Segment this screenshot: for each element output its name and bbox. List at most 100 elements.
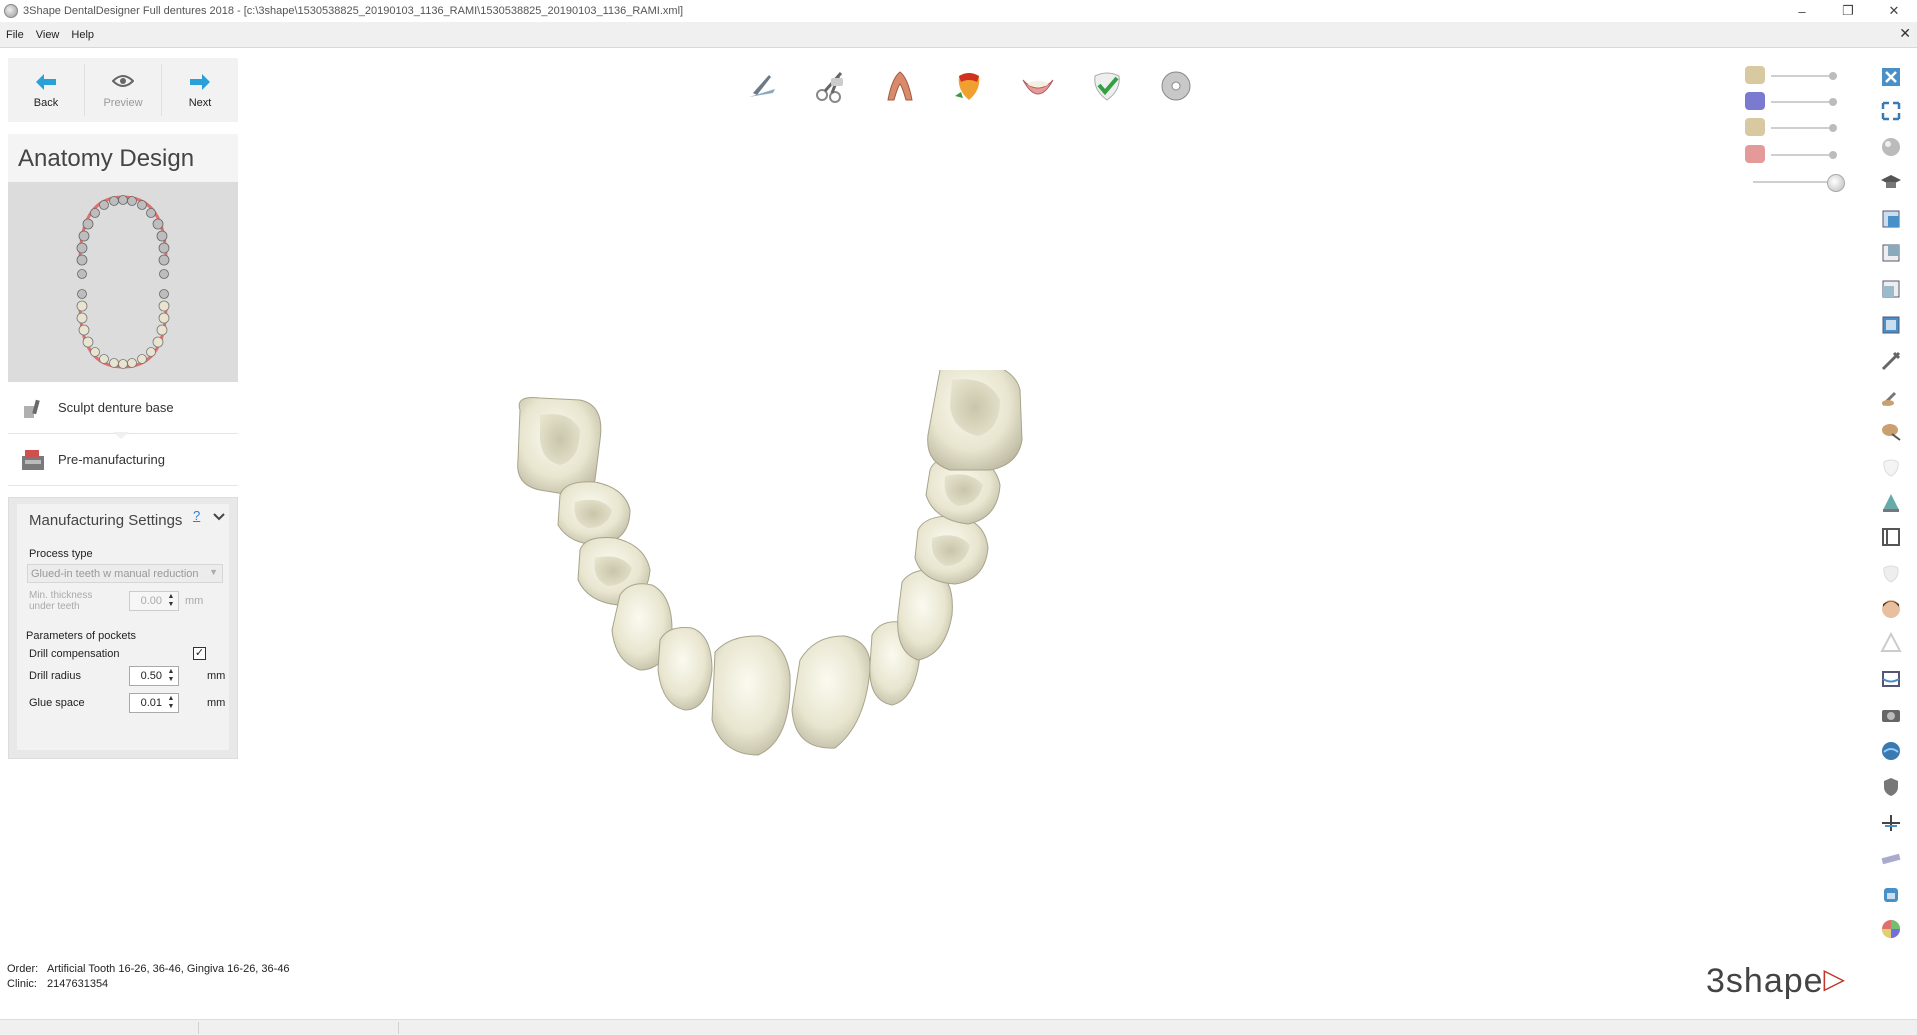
min-thickness-spinner[interactable]: 0.00 ▲ ▼	[129, 591, 179, 611]
next-button[interactable]: Next	[162, 58, 238, 122]
clinic-key: Clinic:	[7, 978, 37, 990]
tooth[interactable]	[791, 635, 871, 749]
title-bar: 3Shape DentalDesigner Full dentures 2018…	[0, 0, 1917, 22]
menu-bar: File View Help ✕	[0, 22, 1917, 48]
tooth[interactable]	[897, 569, 953, 661]
cone-icon[interactable]	[1878, 490, 1904, 516]
close-view-icon[interactable]	[1878, 64, 1904, 90]
back-arrow-icon	[36, 71, 56, 97]
clinic-value: 2147631354	[47, 978, 109, 990]
ruler-icon[interactable]	[1878, 846, 1904, 872]
drill-compensation-checkbox[interactable]: ✓	[193, 647, 206, 660]
color-sphere-icon[interactable]	[1878, 738, 1904, 764]
wizard-navigation: Back Preview Next	[8, 58, 238, 122]
preview-label: Preview	[103, 97, 143, 109]
order-info: Order: Artificial Tooth 16-26, 36-46, Gin…	[7, 962, 290, 992]
step-pre-manufacturing[interactable]: Pre-manufacturing	[8, 434, 238, 486]
active-step-indicator	[113, 432, 129, 439]
step-sculpt-denture-base[interactable]: Sculpt denture base	[8, 382, 238, 434]
close-button[interactable]: ✕	[1871, 0, 1917, 22]
measure-icon[interactable]	[1878, 524, 1904, 550]
gingiva-icon[interactable]	[1016, 64, 1060, 108]
scalpel-icon[interactable]	[740, 64, 784, 108]
tooth-faded-icon[interactable]	[1878, 560, 1904, 586]
min-thickness-unit: mm	[185, 595, 204, 607]
minimize-button[interactable]: –	[1779, 0, 1825, 22]
crosssection-icon[interactable]	[1878, 666, 1904, 692]
visibility-slider-track[interactable]	[1771, 101, 1833, 103]
warning-icon[interactable]	[1878, 630, 1904, 656]
view-side-icon[interactable]	[1878, 240, 1904, 266]
spinner-arrows-icon: ▲ ▼	[167, 695, 175, 710]
visibility-scan-model[interactable]	[1745, 92, 1845, 112]
tooth[interactable]	[657, 627, 713, 711]
shield-icon[interactable]	[1878, 774, 1904, 800]
visibility-slider-track[interactable]	[1771, 75, 1833, 77]
upper-model-icon	[1745, 66, 1765, 84]
view-top-icon[interactable]	[1878, 312, 1904, 338]
wax-knife-icon[interactable]	[1878, 348, 1904, 374]
3d-viewport[interactable]	[440, 361, 1200, 830]
scissors-icon[interactable]	[809, 64, 853, 108]
visibility-slider-knob[interactable]	[1829, 98, 1837, 106]
tooth[interactable]	[517, 397, 602, 496]
color-wheel-icon[interactable]	[1878, 916, 1904, 942]
sculpt-smooth-icon[interactable]	[1878, 418, 1904, 444]
3shape-logo: 3shape▷	[1706, 962, 1846, 1001]
eye-icon	[111, 71, 135, 97]
plane-icon[interactable]	[1878, 810, 1904, 836]
menu-help[interactable]: Help	[65, 29, 100, 41]
visibility-slider-knob[interactable]	[1829, 151, 1837, 159]
face-icon[interactable]	[1878, 596, 1904, 622]
settings-header: Manufacturing Settings	[29, 512, 183, 529]
process-type-label: Process type	[29, 548, 93, 560]
visibility-slider-knob[interactable]	[1829, 124, 1837, 132]
approve-icon[interactable]	[1085, 64, 1129, 108]
visibility-lower-model[interactable]	[1745, 118, 1845, 138]
scanner-icon[interactable]	[1878, 882, 1904, 908]
process-type-select[interactable]: Glued-in teeth w manual reduction ▼	[27, 564, 223, 583]
visibility-slider-knob[interactable]	[1829, 72, 1837, 80]
visibility-gingiva[interactable]	[1745, 145, 1845, 165]
gingiva-icon	[1745, 145, 1765, 163]
chevron-down-icon: ▼	[209, 567, 218, 577]
menu-file[interactable]: File	[0, 29, 30, 41]
visibility-slider-track[interactable]	[1753, 181, 1833, 183]
process-type-value: Glued-in teeth w manual reduction	[31, 568, 199, 580]
sphere-view-icon[interactable]	[1878, 134, 1904, 160]
collapse-chevron-icon[interactable]	[213, 510, 225, 524]
help-link[interactable]: ?	[193, 508, 200, 523]
tooth-color-icon[interactable]	[947, 64, 991, 108]
tooth-chart[interactable]	[8, 182, 238, 382]
glue-space-spinner[interactable]: 0.01 ▲ ▼	[129, 693, 179, 713]
close-document-icon[interactable]: ✕	[1899, 25, 1911, 42]
tooth[interactable]	[927, 361, 1023, 471]
next-label: Next	[188, 97, 212, 109]
view-front-icon[interactable]	[1878, 206, 1904, 232]
tooth[interactable]	[557, 481, 631, 546]
visibility-slider-track[interactable]	[1771, 154, 1833, 156]
menu-view[interactable]: View	[30, 29, 66, 41]
fit-view-icon[interactable]	[1878, 98, 1904, 124]
tooth-root-icon[interactable]	[878, 64, 922, 108]
visibility-slider-knob[interactable]	[1827, 174, 1845, 192]
back-button[interactable]: Back	[8, 58, 84, 122]
graduation-cap-icon[interactable]	[1878, 170, 1904, 196]
preview-button[interactable]: Preview	[85, 58, 161, 122]
view-back-icon[interactable]	[1878, 276, 1904, 302]
restore-button[interactable]: ❐	[1825, 0, 1871, 22]
order-key: Order:	[7, 963, 39, 975]
tooth[interactable]	[711, 635, 791, 756]
tooth[interactable]	[914, 515, 989, 585]
workflow-toolbar	[740, 64, 1198, 108]
camera-icon[interactable]	[1878, 702, 1904, 728]
tooth-outline-icon[interactable]	[1878, 454, 1904, 480]
visibility-teeth[interactable]	[1745, 172, 1845, 192]
disc-icon[interactable]	[1154, 64, 1198, 108]
sculpt-tool-icon	[18, 393, 48, 423]
manufacturing-settings-panel: Manufacturing Settings ? Process type Gl…	[8, 497, 238, 759]
visibility-slider-track[interactable]	[1771, 127, 1833, 129]
visibility-upper-model[interactable]	[1745, 66, 1845, 86]
drill-radius-spinner[interactable]: 0.50 ▲ ▼	[129, 666, 179, 686]
sculpt-add-icon[interactable]	[1878, 384, 1904, 410]
